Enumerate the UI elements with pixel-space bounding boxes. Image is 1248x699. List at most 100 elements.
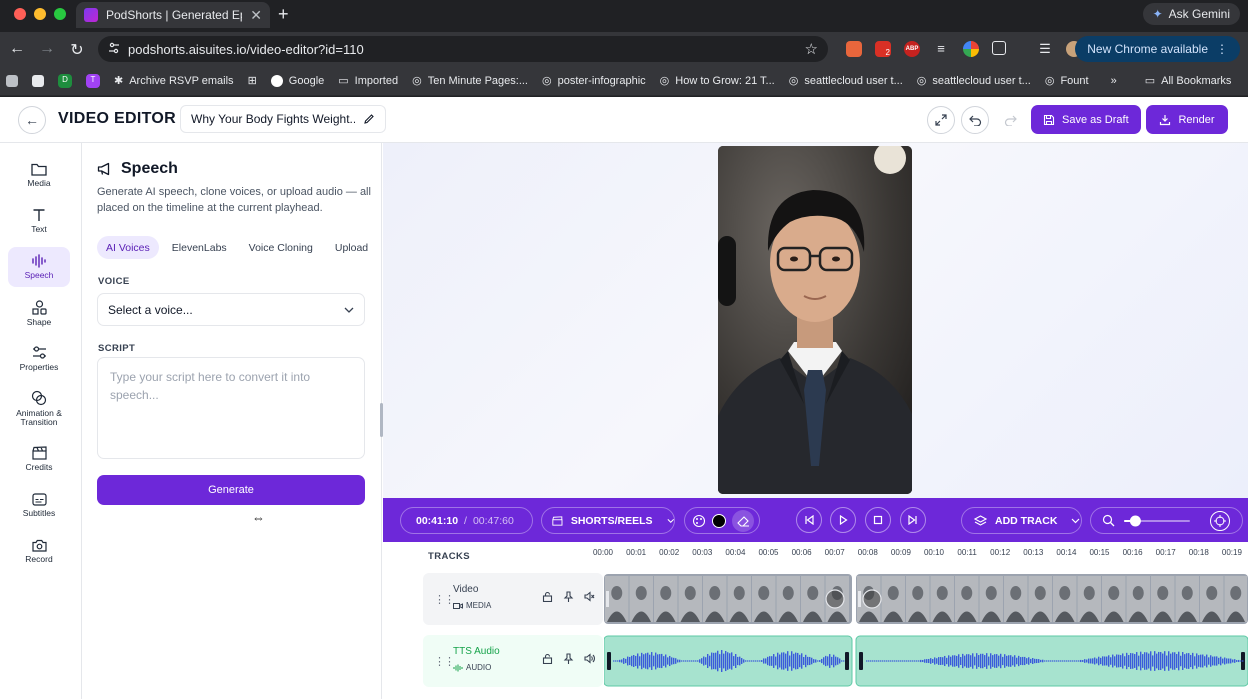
volume-icon[interactable] [584,653,595,664]
all-bookmarks-button[interactable]: ▭ All Bookmarks [1145,74,1232,88]
rail-item-properties[interactable]: Properties [8,339,70,379]
extension-fox-icon[interactable] [846,41,862,57]
skip-to-end-button[interactable] [900,507,926,533]
forward-arrow-icon[interactable]: → [38,40,56,58]
clip-trim-handle[interactable] [859,652,863,670]
rail-item-speech[interactable]: Speech [8,247,70,287]
extension-badge-icon[interactable]: 2 [875,41,891,57]
tab-ai-voices[interactable]: AI Voices [97,236,159,259]
rail-item-record[interactable]: Record [8,531,70,571]
play-button[interactable] [830,507,856,533]
bookmarks-overflow-button[interactable]: » [1111,75,1117,87]
palette-icon[interactable] [692,514,706,528]
browser-tab[interactable]: PodShorts | Generated Episod ✕ [76,2,270,28]
pencil-icon[interactable] [363,113,375,125]
background-color-swatch[interactable] [712,513,726,528]
tts-audio-clip[interactable] [604,635,853,687]
extension-color-icon[interactable] [963,41,979,57]
drag-handle-icon[interactable]: ⋮⋮ [434,655,455,668]
bookmark-fount[interactable]: ◎ Fount [1045,74,1089,88]
track-header-video[interactable]: ⋮⋮ Video MEDIA [423,573,603,625]
minimize-window-button[interactable] [34,8,46,20]
script-textarea[interactable] [97,357,365,459]
tab-voice-cloning[interactable]: Voice Cloning [240,236,322,259]
bookmark-t[interactable]: T [86,73,100,88]
timeline-ruler[interactable]: 00:00 00:01 00:02 00:03 00:04 00:05 00:06 00:07… [590,548,1248,562]
rail-item-subtitles[interactable]: Subtitles [8,485,70,525]
pin-icon[interactable] [563,591,574,602]
clip-trim-handle[interactable] [845,652,849,670]
generate-button[interactable]: Generate [97,475,365,505]
bookmark-google[interactable]: Google [270,74,324,87]
project-name-field[interactable]: Why Your Body Fights Weight... [180,105,386,133]
zoom-slider[interactable] [1124,514,1190,528]
rail-item-media[interactable]: Media [8,155,70,195]
rail-item-animation[interactable]: Animation & Transition [8,385,70,431]
text-icon [33,209,45,222]
bookmark-archive-rsvp[interactable]: ✱ Archive RSVP emails [114,74,234,88]
save-as-draft-button[interactable]: Save as Draft [1031,105,1141,134]
bookmark-ten-minute[interactable]: ◎ Ten Minute Pages:... [412,74,528,88]
bookmark-d[interactable]: D [58,73,72,88]
redo-button[interactable] [996,106,1024,134]
track-header-tts-audio[interactable]: ⋮⋮ TTS Audio AUDIO [423,635,603,687]
voice-select[interactable]: Select a voice... [97,293,365,326]
bookmark-square-2[interactable] [32,74,44,87]
new-chrome-available-button[interactable]: New Chrome available ⋮ [1075,36,1240,62]
new-tab-button[interactable]: + [278,4,289,25]
back-arrow-icon[interactable]: ← [8,40,26,58]
clip-transition-icon[interactable] [862,589,882,609]
close-window-button[interactable] [14,8,26,20]
zoom-slider-thumb[interactable] [1129,515,1141,526]
tab-elevenlabs[interactable]: ElevenLabs [163,236,236,259]
reload-icon[interactable]: ↻ [68,40,86,60]
skip-to-start-button[interactable] [796,507,822,533]
lock-icon[interactable] [542,591,553,602]
stop-button[interactable] [865,507,891,533]
drag-handle-icon[interactable]: ⋮⋮ [434,593,455,606]
fit-timeline-button[interactable] [1210,510,1230,531]
bookmark-star-icon[interactable]: ☆ [805,40,818,58]
clip-trim-handle[interactable] [606,591,609,607]
video-preview[interactable] [718,146,912,494]
bookmark-imported[interactable]: ▭ Imported [338,74,398,88]
lock-icon[interactable] [542,653,553,664]
adblock-icon[interactable]: ABP [904,41,920,57]
pin-icon[interactable] [563,653,574,664]
tts-audio-clip[interactable] [855,635,1248,687]
extensions-puzzle-icon[interactable] [992,41,1006,55]
audio-clips[interactable] [604,635,1248,687]
clip-trim-handle[interactable] [858,591,861,607]
reading-list-icon[interactable]: ☰ [1037,41,1053,57]
bookmark-how-to-grow[interactable]: ◎ How to Grow: 21 T... [660,74,775,88]
bookmark-apps[interactable]: ⊞ [248,74,257,87]
rail-item-shape[interactable]: Shape [8,293,70,333]
zoom-window-button[interactable] [54,8,66,20]
fullscreen-button[interactable] [927,106,955,134]
clip-trim-handle[interactable] [607,652,611,670]
bookmark-seattlecloud-2[interactable]: ◎ seattlecloud user t... [917,74,1031,88]
site-info-icon[interactable] [108,42,120,54]
rail-item-credits[interactable]: Credits [8,439,70,479]
extension-stack-icon[interactable]: ≡ [933,41,949,57]
search-icon[interactable] [1102,514,1115,527]
back-button[interactable]: ← [18,106,46,134]
render-button[interactable]: Render [1146,105,1228,134]
video-clip[interactable] [856,574,1248,624]
format-select[interactable]: SHORTS/REELS [541,507,675,534]
clip-transition-icon[interactable] [825,589,845,609]
ask-gemini-button[interactable]: ✦ Ask Gemini [1142,3,1240,25]
video-clip[interactable] [604,574,852,624]
eraser-button[interactable] [732,509,754,532]
add-track-button[interactable]: ADD TRACK [961,507,1082,534]
mute-icon[interactable] [584,591,595,602]
close-tab-icon[interactable]: ✕ [250,7,262,24]
tab-upload[interactable]: Upload [326,236,377,259]
bookmark-poster[interactable]: ◎ poster-infographic [542,74,646,88]
video-clips[interactable] [604,573,1248,625]
rail-item-text[interactable]: Text [8,201,70,241]
bookmark-square-1[interactable] [6,74,18,87]
undo-button[interactable] [961,106,989,134]
address-bar[interactable]: podshorts.aisuites.io/video-editor?id=11… [98,36,828,62]
bookmark-seattlecloud-1[interactable]: ◎ seattlecloud user t... [789,74,903,88]
